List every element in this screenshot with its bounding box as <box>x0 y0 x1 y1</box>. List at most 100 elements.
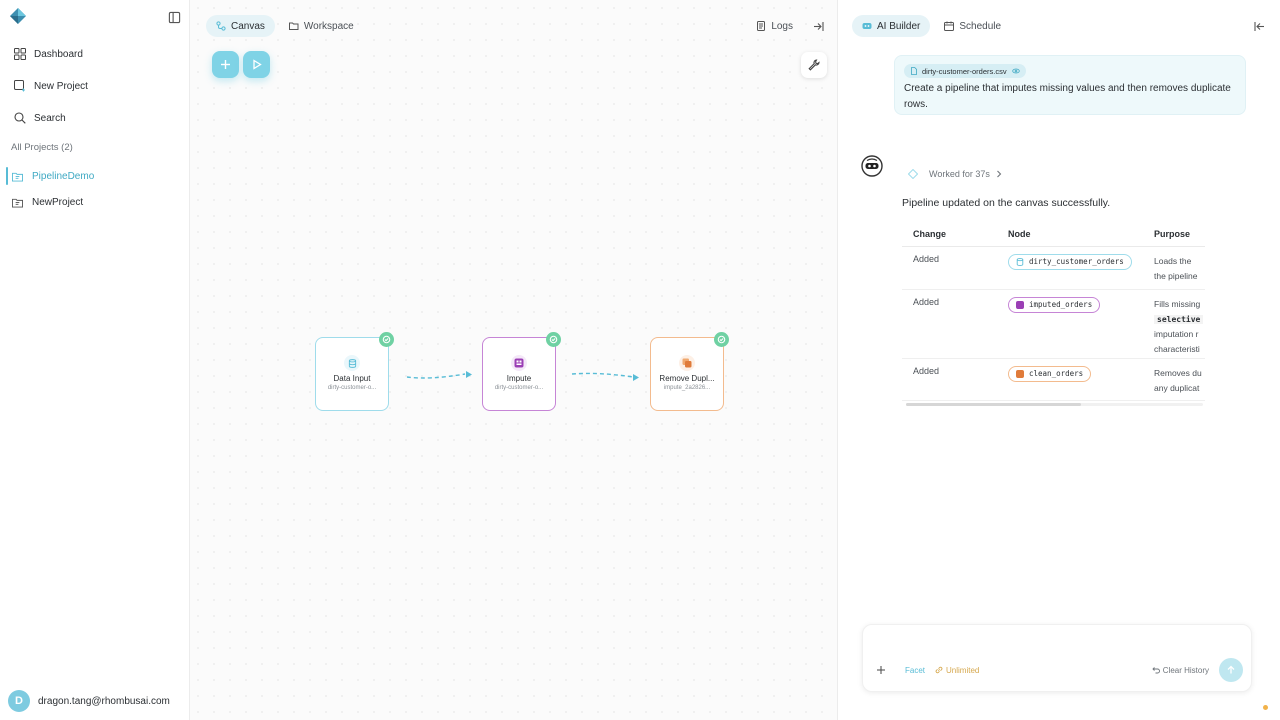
change-cell: Added <box>902 246 997 290</box>
calendar-icon <box>944 21 955 31</box>
node-chip-dirty-customer-orders[interactable]: dirty_customer_orders <box>1008 253 1132 270</box>
sidebar-item-label: Search <box>34 112 66 124</box>
node-title: Remove Dupl... <box>659 374 715 383</box>
purpose-text: any duplicat <box>1154 382 1200 393</box>
undo-icon <box>1152 667 1160 674</box>
node-cell: dirty_customer_orders <box>997 246 1143 290</box>
node-chip-label: clean_orders <box>1029 369 1084 378</box>
tab-label: AI Builder <box>877 20 921 32</box>
folder-icon <box>12 172 23 182</box>
pipeline-node-impute[interactable]: Impute dirty-customer-o... <box>482 332 561 411</box>
purpose-cell: Removes du any duplicat <box>1143 358 1205 401</box>
purpose-cell: Loads the the pipeline <box>1143 246 1205 290</box>
sidebar-item-new-project[interactable]: New Project <box>6 70 183 102</box>
projects-section-label: All Projects (2) <box>11 142 73 153</box>
dedupe-icon <box>679 355 695 371</box>
ai-bot-avatar-icon <box>861 155 883 177</box>
app-logo-icon[interactable] <box>10 8 26 24</box>
success-check-icon <box>714 332 729 347</box>
sidebar-nav: Dashboard New Project Search <box>6 38 183 134</box>
project-label: NewProject <box>32 196 84 208</box>
table-header: Purpose <box>1143 222 1205 247</box>
ai-builder-icon <box>862 23 872 29</box>
node-subtitle: dirty-customer-o... <box>327 385 377 391</box>
attach-plus-icon[interactable] <box>875 664 887 676</box>
search-icon <box>14 112 26 124</box>
node-chip-clean-orders[interactable]: clean_orders <box>1008 365 1092 382</box>
tab-schedule[interactable]: Schedule <box>934 15 1011 37</box>
edge-impute-to-dedupe <box>571 372 634 378</box>
table-row: Added dirty_customer_orders Loads the th… <box>902 246 1205 290</box>
sidebar-collapse-icon[interactable] <box>168 11 181 24</box>
purpose-text: imputation r <box>1154 328 1199 339</box>
canvas-pane: Canvas Workspace Logs Data Input dirty-c… <box>190 0 838 720</box>
scrollbar-thumb[interactable] <box>906 403 1081 406</box>
worked-duration-toggle[interactable]: Worked for 37s <box>908 169 1004 179</box>
clear-history-label: Clear History <box>1162 665 1209 675</box>
folder-icon <box>12 198 23 208</box>
file-icon <box>911 67 917 75</box>
node-subtitle: impute_2a2826... <box>663 385 711 391</box>
success-check-icon <box>379 332 394 347</box>
change-cell: Added <box>902 289 997 359</box>
node-chip-label: imputed_orders <box>1029 300 1093 309</box>
tab-ai-builder[interactable]: AI Builder <box>852 15 931 37</box>
ai-builder-pane: AI Builder Schedule dirty-customer-order… <box>838 0 1280 720</box>
user-email: dragon.tang@rhombusai.com <box>38 695 170 707</box>
attachment-chip[interactable]: dirty-customer-orders.csv <box>904 64 1026 78</box>
send-button[interactable] <box>1219 658 1243 682</box>
changes-table-container[interactable]: Change Node Purpose Added dirty_customer… <box>902 222 1205 408</box>
facet-button[interactable]: Facet <box>905 666 925 675</box>
table-header: Change <box>902 222 997 247</box>
node-chip-label: dirty_customer_orders <box>1029 257 1124 266</box>
user-account[interactable]: D dragon.tang@rhombusai.com <box>8 690 170 712</box>
edge-input-to-impute <box>406 373 466 379</box>
pipeline-node-data-input[interactable]: Data Input dirty-customer-o... <box>315 332 394 411</box>
attachment-name: dirty-customer-orders.csv <box>922 66 1007 76</box>
arrow-up-icon <box>1227 665 1235 674</box>
project-item-newproject[interactable]: NewProject <box>6 189 183 215</box>
sidebar-item-dashboard[interactable]: Dashboard <box>6 38 183 70</box>
user-message: dirty-customer-orders.csv Create a pipel… <box>894 55 1246 115</box>
purpose-text: Fills missing <box>1154 298 1201 309</box>
impute-icon <box>511 355 527 371</box>
purpose-code: selective <box>1154 314 1204 324</box>
purpose-text: selective <box>1154 312 1205 327</box>
change-cell: Added <box>902 358 997 401</box>
node-title: Impute <box>506 374 532 383</box>
purpose-text: Removes du <box>1154 367 1202 378</box>
purpose-text: characteristi <box>1154 343 1200 354</box>
chat-input[interactable] <box>873 633 1241 659</box>
node-chip-imputed-orders[interactable]: imputed_orders <box>1008 296 1101 313</box>
sidebar-item-search[interactable]: Search <box>6 102 183 134</box>
dashboard-icon <box>14 48 26 60</box>
app-root: Dashboard New Project Search All Project… <box>0 0 1280 720</box>
unlimited-button[interactable]: Unlimited <box>935 666 979 675</box>
pipeline-node-remove-duplicates[interactable]: Remove Dupl... impute_2a2826... <box>650 332 729 411</box>
eye-icon[interactable] <box>1011 67 1020 75</box>
collapse-left-icon[interactable] <box>1252 19 1266 33</box>
avatar: D <box>8 690 30 712</box>
project-item-pipelinedemo[interactable]: PipelineDemo <box>6 163 183 189</box>
success-check-icon <box>546 332 561 347</box>
purpose-cell: Fills missing selective imputation r cha… <box>1143 289 1205 359</box>
purpose-text: the pipeline <box>1154 270 1198 281</box>
database-icon <box>344 355 360 371</box>
chat-composer: Facet Unlimited Clear History <box>862 624 1252 692</box>
clear-history-button[interactable]: Clear History <box>1152 666 1209 675</box>
dedupe-icon <box>1016 369 1024 378</box>
impute-icon <box>1016 300 1024 309</box>
user-prompt: Create a pipeline that imputes missing v… <box>904 83 1231 110</box>
new-project-icon <box>14 80 25 92</box>
ai-status-message: Pipeline updated on the canvas successfu… <box>902 197 1111 209</box>
sidebar: Dashboard New Project Search All Project… <box>0 0 190 720</box>
project-label: PipelineDemo <box>32 170 95 182</box>
table-row: Added imputed_orders Fills missing selec… <box>902 289 1205 359</box>
changes-table: Change Node Purpose Added dirty_customer… <box>902 222 1205 401</box>
table-horizontal-scrollbar[interactable] <box>906 403 1203 406</box>
edge-arrow <box>466 371 472 378</box>
node-subtitle: dirty-customer-o... <box>494 385 544 391</box>
table-header: Node <box>997 222 1143 247</box>
ai-topbar: AI Builder Schedule <box>852 14 1266 38</box>
sidebar-item-label: New Project <box>34 80 88 92</box>
